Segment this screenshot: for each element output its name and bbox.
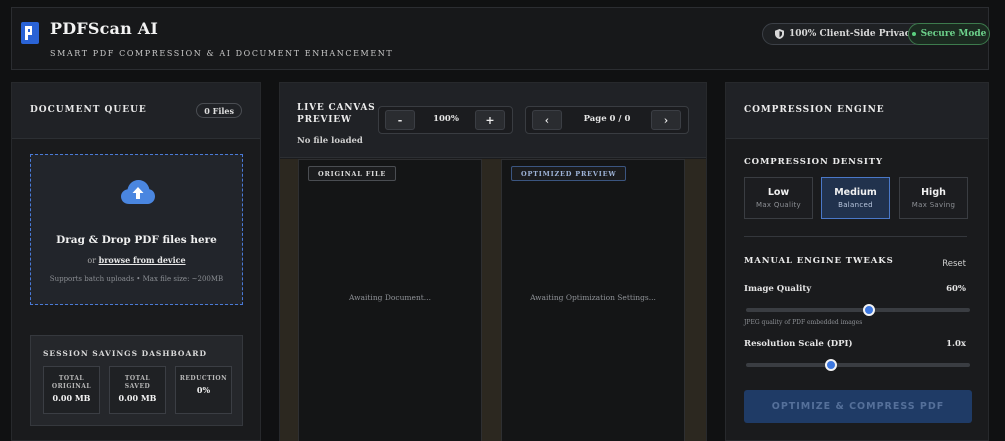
- density-option-name: Medium: [834, 187, 877, 198]
- zoom-in-button[interactable]: +: [475, 110, 505, 130]
- app-subtitle: SMART PDF COMPRESSION & AI DOCUMENT ENHA…: [50, 49, 394, 58]
- status-dot-icon: [911, 32, 916, 36]
- density-option-low[interactable]: Low Max Quality: [744, 177, 813, 219]
- privacy-badge: 100% Client-Side Privacy: [762, 23, 927, 45]
- live-preview-title: LIVE CANVAS PREVIEW: [297, 103, 376, 125]
- stat-label-line: REDUCTION: [179, 375, 228, 382]
- optimize-compress-button[interactable]: OPTIMIZE & COMPRESS PDF: [744, 390, 972, 423]
- optimized-preview-tag: OPTIMIZED PREVIEW: [511, 166, 627, 181]
- stat-reduction: REDUCTION 0%: [175, 366, 232, 414]
- density-option-name: Low: [767, 187, 790, 198]
- reset-button[interactable]: Reset: [942, 259, 966, 269]
- density-option-sub: Balanced: [838, 201, 873, 209]
- stat-label-line: TOTAL: [58, 375, 85, 382]
- page-controls: ‹ Page 0 / 0 ›: [525, 106, 689, 134]
- manual-tweaks-title: MANUAL ENGINE TWEAKS: [744, 256, 894, 266]
- app-header: PDFScan AI SMART PDF COMPRESSION & AI DO…: [11, 7, 990, 70]
- live-preview-panel: LIVE CANVAS PREVIEW No file loaded - 100…: [279, 82, 707, 441]
- density-option-sub: Max Saving: [911, 201, 956, 209]
- file-dropzone[interactable]: Drag & Drop PDF files here or browse fro…: [30, 154, 243, 305]
- compression-engine-title: COMPRESSION ENGINE: [744, 105, 885, 115]
- file-status: No file loaded: [297, 136, 363, 146]
- stat-value: 0%: [196, 385, 211, 395]
- app-title: PDFScan AI: [50, 19, 159, 38]
- files-count-badge: 0 Files: [196, 103, 242, 118]
- zoom-controls: - 100% +: [378, 106, 513, 134]
- slider-handle[interactable]: [863, 304, 876, 316]
- shield-icon: [775, 29, 784, 39]
- image-quality-value: 60%: [946, 284, 966, 294]
- dropzone-or-text: or: [87, 256, 97, 265]
- dropzone-hint: Supports batch uploads • Max file size: …: [49, 275, 224, 283]
- resolution-scale-value: 1.0x: [946, 339, 966, 349]
- stat-total-saved: TOTAL SAVED 0.00 MB: [109, 366, 166, 414]
- session-savings-dashboard: SESSION SAVINGS DASHBOARD TOTAL ORIGINAL…: [30, 335, 243, 426]
- live-preview-header: LIVE CANVAS PREVIEW No file loaded - 100…: [280, 83, 706, 158]
- stat-label: TOTAL ORIGINAL: [44, 375, 99, 391]
- section-divider: [744, 236, 967, 237]
- compression-engine-header: COMPRESSION ENGINE: [726, 83, 988, 139]
- density-option-medium[interactable]: Medium Balanced: [821, 177, 890, 219]
- stat-label-line: ORIGINAL: [51, 383, 92, 390]
- cloud-upload-icon: [121, 180, 155, 204]
- zoom-out-button[interactable]: -: [385, 110, 415, 130]
- secure-mode-label: Secure Mode: [920, 29, 987, 39]
- dropzone-browse-line: or browse from device: [31, 255, 242, 265]
- stat-total-original: TOTAL ORIGINAL 0.00 MB: [43, 366, 100, 414]
- optimized-placeholder: Awaiting Optimization Settings...: [530, 293, 656, 302]
- density-option-sub: Max Quality: [755, 201, 801, 209]
- image-quality-help: JPEG quality of PDF embedded images: [744, 319, 863, 326]
- density-option-name: High: [921, 187, 946, 198]
- document-queue-title: DOCUMENT QUEUE: [30, 105, 147, 115]
- document-queue-header: DOCUMENT QUEUE 0 Files: [12, 83, 260, 139]
- privacy-badge-label: 100% Client-Side Privacy: [789, 29, 916, 39]
- stat-label: REDUCTION: [176, 375, 231, 383]
- resolution-scale-slider[interactable]: [746, 359, 970, 371]
- resolution-scale-label: Resolution Scale (DPI): [744, 339, 853, 349]
- compression-density-title: COMPRESSION DENSITY: [744, 157, 883, 167]
- zoom-level: 100%: [433, 114, 459, 124]
- app-logo-icon: [21, 22, 39, 44]
- image-quality-label: Image Quality: [744, 284, 812, 294]
- browse-device-link[interactable]: browse from device: [99, 255, 186, 265]
- stat-value: 0.00 MB: [52, 393, 91, 403]
- stat-value: 0.00 MB: [118, 393, 157, 403]
- original-placeholder: Awaiting Document...: [349, 293, 431, 302]
- page-indicator: Page 0 / 0: [583, 114, 631, 124]
- optimized-preview-page: OPTIMIZED PREVIEW Awaiting Optimization …: [501, 159, 685, 441]
- stat-label-line: SAVED: [124, 383, 151, 390]
- slider-handle[interactable]: [825, 359, 838, 371]
- stat-label: TOTAL SAVED: [110, 375, 165, 391]
- next-page-button[interactable]: ›: [651, 110, 681, 130]
- secure-mode-badge: Secure Mode: [908, 23, 990, 45]
- image-quality-slider[interactable]: [746, 304, 970, 316]
- prev-page-button[interactable]: ‹: [532, 110, 562, 130]
- density-option-high[interactable]: High Max Saving: [899, 177, 968, 219]
- compression-engine-panel: COMPRESSION ENGINE COMPRESSION DENSITY L…: [725, 82, 989, 441]
- stat-label-line: TOTAL: [124, 375, 151, 382]
- document-queue-panel: DOCUMENT QUEUE 0 Files Drag & Drop PDF f…: [11, 82, 261, 441]
- preview-canvas-area: ORIGINAL FILE Awaiting Document... OPTIM…: [280, 159, 706, 441]
- dropzone-title: Drag & Drop PDF files here: [56, 234, 217, 246]
- dashboard-title: SESSION SAVINGS DASHBOARD: [43, 349, 208, 358]
- original-file-page: ORIGINAL FILE Awaiting Document...: [298, 159, 482, 441]
- original-file-tag: ORIGINAL FILE: [308, 166, 397, 181]
